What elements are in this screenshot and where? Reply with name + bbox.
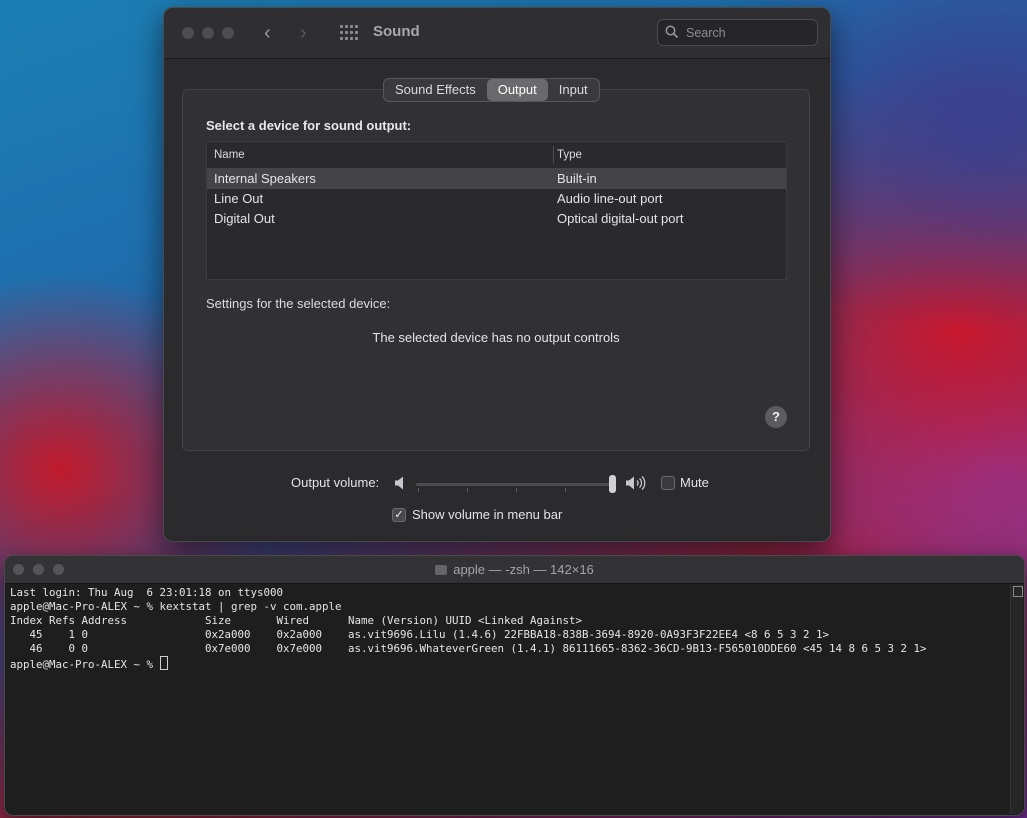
tab-sound-effects[interactable]: Sound Effects [384,79,487,101]
slider-tick [516,488,517,492]
terminal-line: Last login: Thu Aug 6 23:01:18 on ttys00… [10,586,284,599]
table-row[interactable]: Digital Out Optical digital-out port [207,209,786,229]
device-name: Digital Out [214,211,275,226]
search-field[interactable] [657,19,818,46]
device-type: Optical digital-out port [557,211,684,226]
device-name: Line Out [214,191,264,206]
back-chevron-icon[interactable]: ‹ [264,22,271,44]
speaker-high-icon [626,476,646,490]
slider-knob[interactable] [609,475,616,493]
help-button[interactable]: ? [765,406,787,428]
zoom-button[interactable] [222,27,234,39]
output-volume-slider[interactable] [416,475,616,493]
terminal-line: Index Refs Address Size Wired Name (Vers… [10,614,583,627]
select-device-label: Select a device for sound output: [206,118,412,133]
tab-bar: Sound Effects Output Input [383,78,600,102]
no-controls-message: The selected device has no output contro… [372,330,620,345]
terminal-scrollbar[interactable] [1010,584,1023,814]
terminal-prompt-line[interactable]: apple@Mac-Pro-ALEX ~ % [10,656,1010,672]
settings-label: Settings for the selected device: [206,296,391,311]
device-type: Built-in [557,171,597,186]
terminal-output[interactable]: Last login: Thu Aug 6 23:01:18 on ttys00… [10,586,1010,815]
tab-output[interactable]: Output [486,79,548,101]
terminal-window: apple — -zsh — 142×16 Last login: Thu Au… [4,555,1025,816]
device-table: Name Type Internal Speakers Built-in Lin… [206,141,787,280]
terminal-line: 46 0 0 0x7e000 0x7e000 as.vit9696.Whatev… [10,642,927,655]
search-input[interactable] [684,23,813,43]
terminal-title-text: apple — -zsh — 142×16 [453,562,594,577]
column-divider[interactable] [553,146,554,164]
terminal-title-bar: apple — -zsh — 142×16 [5,556,1024,584]
text-cursor [159,656,168,670]
device-type: Audio line-out port [557,191,663,206]
column-header-name[interactable]: Name [214,149,245,161]
column-header-type[interactable]: Type [557,149,582,161]
mute-label: Mute [680,475,709,490]
close-button[interactable] [182,27,194,39]
output-panel: Select a device for sound output: Name T… [182,89,810,451]
title-bar: ‹ › Sound [164,8,830,59]
show-all-grid-icon[interactable] [340,25,358,41]
table-row[interactable]: Line Out Audio line-out port [207,189,786,209]
slider-tick [467,488,468,492]
slider-track [416,483,616,486]
device-name: Internal Speakers [214,171,316,186]
terminal-line: 45 1 0 0x2a000 0x2a000 as.vit9696.Lilu (… [10,628,830,641]
search-icon [665,25,679,39]
minimize-button[interactable] [202,27,214,39]
terminal-title: apple — -zsh — 142×16 [5,562,1024,577]
sound-preferences-window: ‹ › Sound Sound Effects Output Input Sel… [163,7,831,542]
speaker-low-icon [395,476,403,490]
show-volume-checkbox[interactable]: ✓ [392,508,406,522]
window-title: Sound [373,23,420,40]
show-volume-label: Show volume in menu bar [412,507,563,522]
terminal-line: apple@Mac-Pro-ALEX ~ % kextstat | grep -… [10,600,342,613]
output-volume-label: Output volume: [291,475,380,490]
slider-tick [418,488,419,492]
table-header: Name Type [207,142,786,169]
mute-checkbox[interactable] [661,476,675,490]
scroll-list-icon [1013,586,1023,597]
forward-chevron-icon[interactable]: › [300,22,307,44]
table-row[interactable]: Internal Speakers Built-in [207,169,786,189]
slider-tick [565,488,566,492]
tab-input[interactable]: Input [548,79,599,101]
folder-icon [435,565,448,575]
terminal-prompt: apple@Mac-Pro-ALEX ~ % [10,658,160,671]
